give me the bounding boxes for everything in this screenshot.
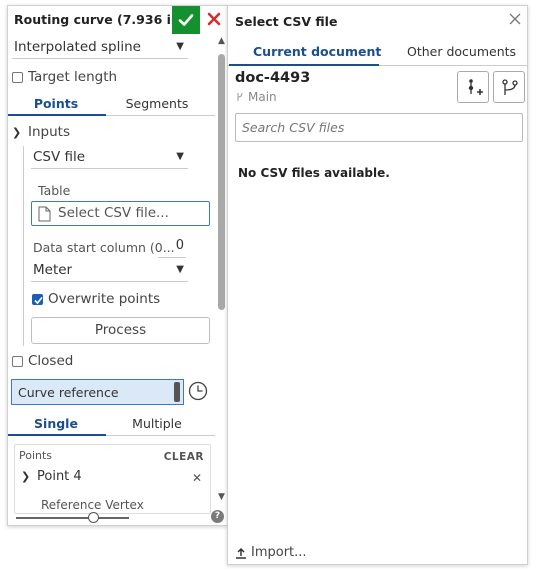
- points-label: Points: [19, 449, 53, 462]
- point-reference-row: Reference Vertex: [41, 498, 144, 512]
- checkbox-box[interactable]: [12, 355, 23, 367]
- branch-name: Main: [248, 90, 277, 104]
- points-list: Points CLEAR ❯ Point 4 ✕ Reference Verte…: [14, 444, 211, 514]
- source-type-select[interactable]: CSV file ▼: [31, 147, 188, 169]
- inputs-section-header[interactable]: ❯ Inputs: [12, 124, 70, 140]
- clear-button[interactable]: CLEAR: [164, 451, 204, 463]
- close-icon[interactable]: [508, 12, 522, 26]
- point-item-label: Point 4: [37, 469, 82, 484]
- data-start-label: Data start column (0...: [33, 240, 175, 255]
- point-item[interactable]: ❯ Point 4: [21, 469, 82, 484]
- points-segments-tabs: Points Segments: [8, 92, 215, 116]
- panel-header: Routing curve (7.936 in): [8, 6, 227, 34]
- checkbox-box[interactable]: [32, 293, 43, 305]
- inputs-section-label: Inputs: [28, 124, 70, 140]
- closed-label: Closed: [28, 353, 74, 369]
- insert-icon: [468, 79, 483, 95]
- closed-checkbox[interactable]: Closed: [12, 353, 73, 369]
- empty-state-message: No CSV files available.: [238, 166, 390, 180]
- import-button[interactable]: Import...: [235, 545, 307, 560]
- curve-type-select[interactable]: Interpolated spline ▼: [12, 37, 188, 59]
- routing-curve-panel: Routing curve (7.936 in) ▲ ▼ Interpolate…: [7, 5, 228, 526]
- tab-underline: [8, 434, 106, 436]
- units-select[interactable]: Meter ▼: [31, 260, 188, 282]
- tab-segments[interactable]: Segments: [109, 96, 205, 111]
- file-icon: [38, 206, 51, 222]
- cancel-button[interactable]: [206, 11, 222, 27]
- tab-current-document[interactable]: Current document: [253, 44, 381, 59]
- panel-title: Routing curve (7.936 in): [14, 12, 186, 27]
- branch-label: Main: [236, 90, 277, 104]
- checkbox-box[interactable]: [12, 71, 23, 83]
- chevron-down-icon: ▼: [176, 41, 184, 52]
- curve-reference-label: Curve reference: [18, 385, 119, 400]
- search-csv-input[interactable]: [235, 113, 523, 142]
- branch-icon: [502, 79, 518, 95]
- tab-other-documents[interactable]: Other documents: [407, 44, 516, 59]
- upload-icon: [236, 547, 246, 559]
- scroll-down-arrow[interactable]: ▼: [218, 492, 225, 502]
- source-type-value: CSV file: [33, 149, 86, 165]
- check-icon: [34, 296, 43, 304]
- remove-point-icon[interactable]: ✕: [192, 471, 202, 485]
- confirm-button[interactable]: [172, 6, 200, 34]
- target-length-label: Target length: [28, 69, 118, 85]
- csv-file-placeholder: Select CSV file...: [58, 205, 169, 221]
- close-icon: [207, 12, 221, 26]
- branch-icon: [237, 92, 243, 101]
- table-label: Table: [38, 183, 71, 198]
- csv-file-input[interactable]: Select CSV file...: [31, 201, 210, 226]
- import-label: Import...: [251, 545, 307, 560]
- chevron-down-icon: ▼: [176, 264, 184, 275]
- scrollbar-thumb[interactable]: [218, 54, 225, 310]
- tab-points[interactable]: Points: [8, 96, 104, 111]
- help-icon[interactable]: ?: [211, 510, 224, 523]
- chevron-down-icon: ❯: [12, 125, 22, 139]
- select-csv-dialog: Select CSV file Current document Other d…: [227, 5, 528, 565]
- clock-icon[interactable]: [188, 381, 208, 401]
- branch-button[interactable]: [493, 71, 525, 103]
- document-name: doc-4493: [235, 70, 311, 86]
- insert-version-button[interactable]: [457, 71, 489, 103]
- process-button[interactable]: Process: [31, 317, 210, 344]
- chevron-down-icon: ▼: [176, 151, 184, 162]
- overwrite-points-checkbox[interactable]: Overwrite points: [32, 291, 160, 307]
- slider-track[interactable]: [16, 517, 129, 519]
- dialog-title: Select CSV file: [235, 14, 338, 29]
- tab-single[interactable]: Single: [8, 416, 104, 431]
- chevron-down-icon: ❯: [21, 470, 31, 483]
- slider-knob[interactable]: [88, 512, 99, 523]
- scroll-up-arrow[interactable]: ▲: [218, 36, 225, 46]
- units-value: Meter: [33, 262, 73, 278]
- field-resize-handle: [174, 382, 180, 402]
- document-tabs: Current document Other documents: [228, 36, 528, 66]
- curve-reference-field[interactable]: Curve reference: [11, 379, 184, 405]
- target-length-checkbox[interactable]: Target length: [12, 69, 117, 85]
- overwrite-points-label: Overwrite points: [48, 291, 161, 307]
- data-start-input[interactable]: 0: [158, 238, 186, 258]
- single-multiple-tabs: Single Multiple: [8, 412, 215, 436]
- tab-underline: [8, 114, 106, 116]
- tab-underline: [229, 64, 379, 66]
- tab-multiple[interactable]: Multiple: [109, 416, 205, 431]
- curve-type-value: Interpolated spline: [14, 39, 141, 55]
- check-icon: [178, 14, 194, 26]
- section-indent-line: [23, 146, 24, 346]
